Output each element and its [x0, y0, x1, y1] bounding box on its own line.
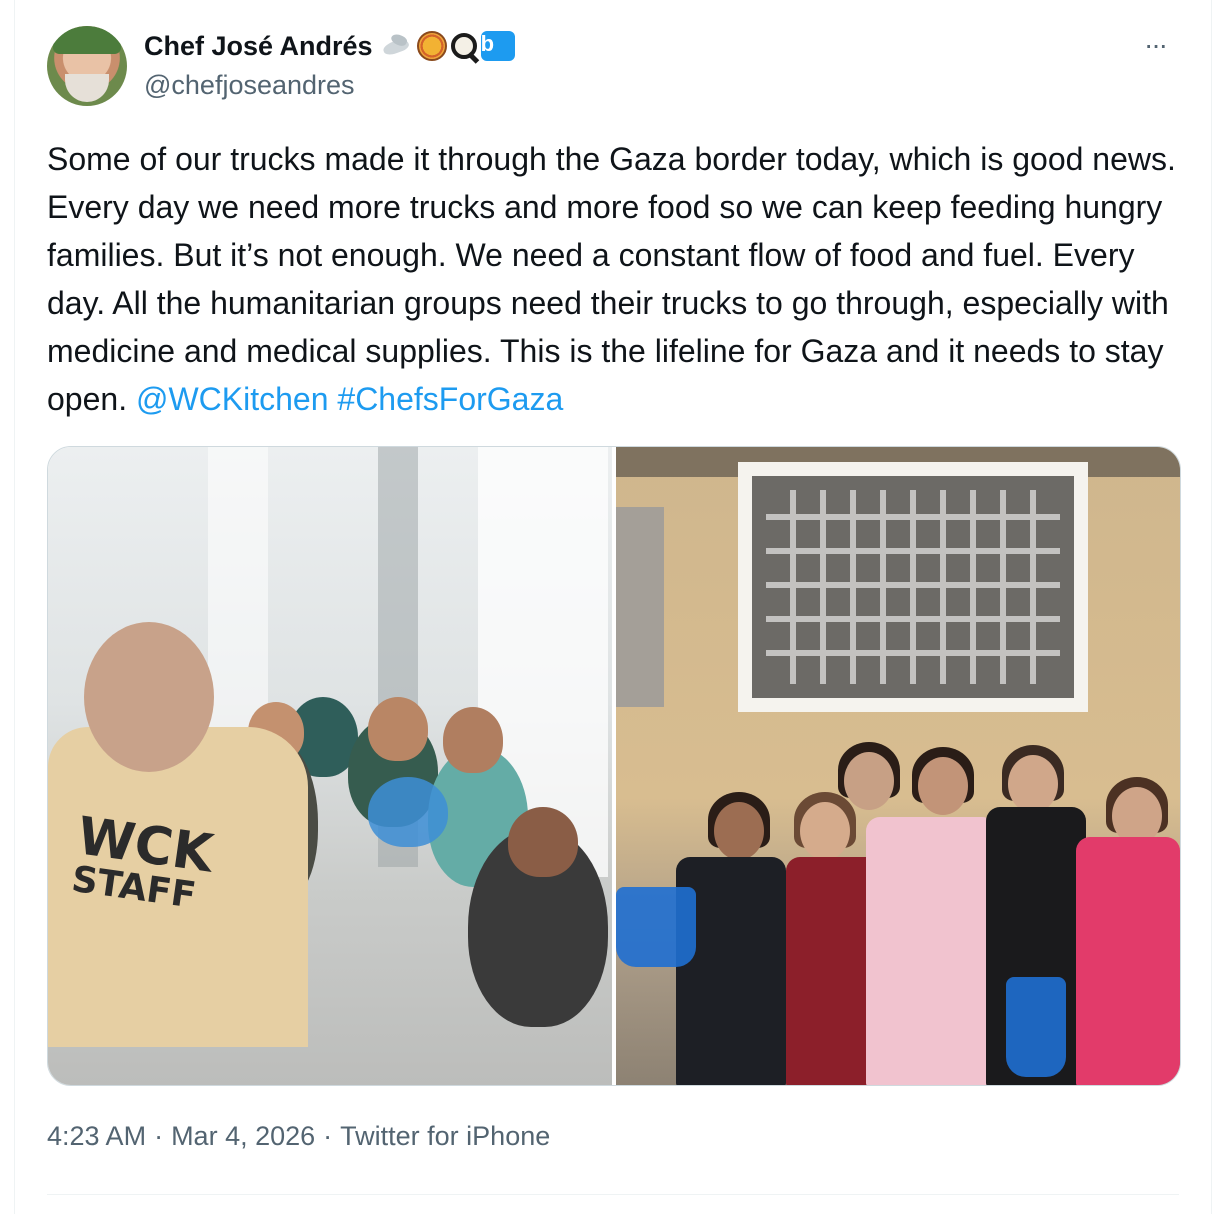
tweet-date[interactable]: Mar 4, 2026	[171, 1121, 315, 1152]
bluesky-badge-icon: b	[480, 31, 515, 61]
pizza-icon	[416, 31, 447, 61]
tweet-body: Some of our trucks made it through the G…	[47, 141, 1176, 417]
author-name-row: Chef José Andrés b	[144, 28, 515, 64]
more-options-icon[interactable]: ···	[1144, 30, 1168, 60]
child-face	[443, 707, 503, 773]
plastic-bag	[368, 777, 448, 847]
child-face	[508, 807, 578, 877]
blue-bag	[616, 887, 696, 967]
tweet-meta: 4:23 AM · Mar 4, 2026 · Twitter for iPho…	[47, 1121, 550, 1152]
girl	[1076, 837, 1180, 1085]
tweet-source: Twitter for iPhone	[340, 1121, 551, 1151]
author-handle[interactable]: @chefjoseandres	[144, 70, 355, 101]
girl	[866, 817, 996, 1085]
girl-face	[800, 802, 850, 860]
divider	[47, 1194, 1179, 1195]
dove-icon	[381, 33, 415, 59]
child-face	[368, 697, 428, 761]
meta-separator: ·	[154, 1121, 164, 1151]
meta-separator: ·	[323, 1121, 333, 1151]
avatar-beard	[65, 74, 109, 102]
tweet-time[interactable]: 4:23 AM	[47, 1121, 146, 1152]
tweet-text: Some of our trucks made it through the G…	[47, 135, 1187, 423]
author-avatar[interactable]	[47, 26, 127, 106]
side-window	[616, 507, 664, 707]
blue-bag	[1006, 977, 1066, 1077]
barred-window	[738, 462, 1088, 712]
girl-face	[844, 752, 894, 810]
magnifying-glass-icon	[449, 31, 479, 61]
photo-children-in-tent[interactable]: WCK STAFF	[48, 447, 612, 1085]
window-bars	[766, 490, 1060, 684]
avatar-hat	[53, 26, 121, 54]
hijab	[84, 622, 214, 772]
author-name-emojis: b	[381, 31, 515, 61]
mention-link[interactable]: @WCKitchen	[136, 381, 329, 417]
girl-face	[714, 802, 764, 860]
girl-face	[1008, 755, 1058, 813]
hashtag-link[interactable]: #ChefsForGaza	[337, 381, 563, 417]
girl-face	[918, 757, 968, 815]
author-name[interactable]: Chef José Andrés	[144, 31, 373, 62]
